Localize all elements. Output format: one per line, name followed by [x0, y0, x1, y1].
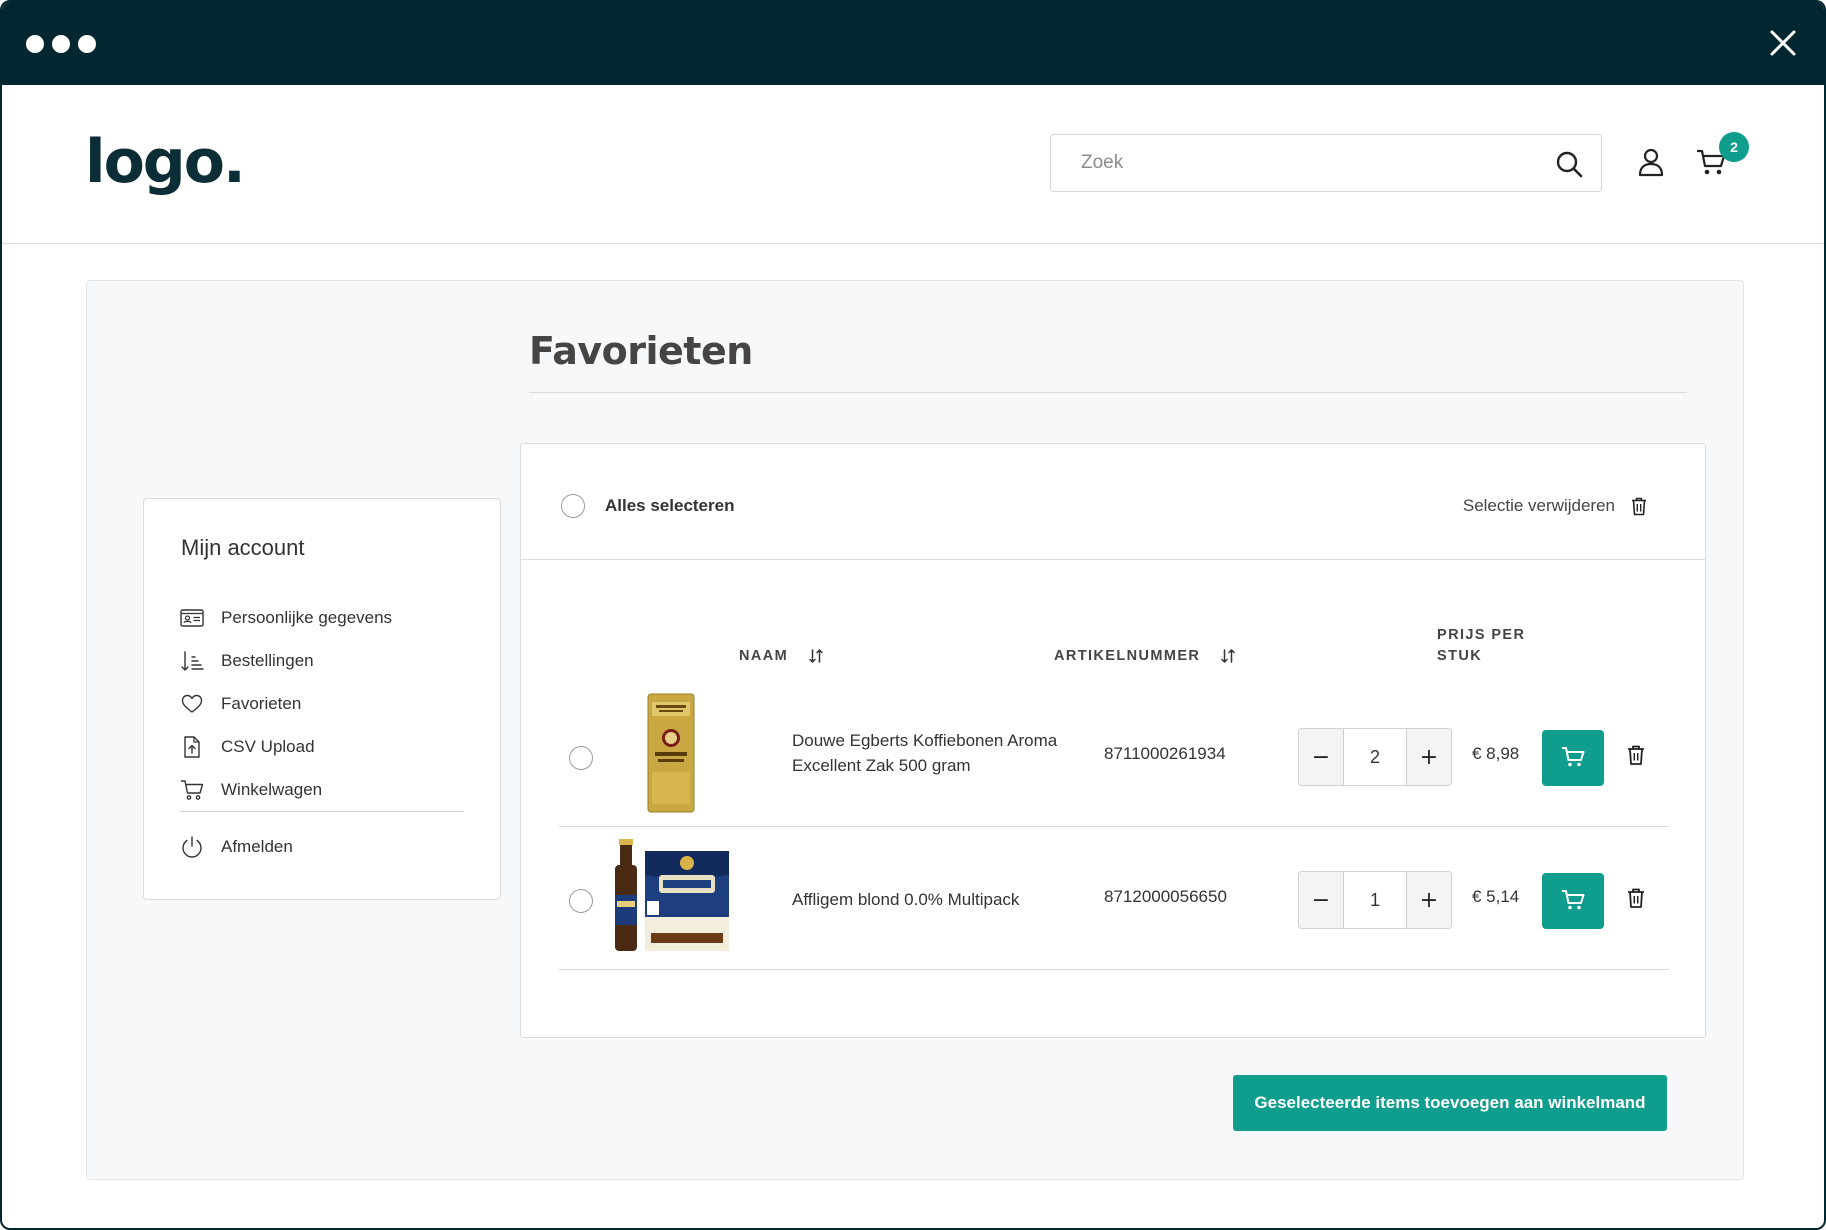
- sidebar-item-label: Bestellingen: [221, 650, 314, 670]
- product-price: € 5,14: [1472, 887, 1520, 906]
- increase-quantity-button[interactable]: +: [1407, 729, 1451, 785]
- delete-item-icon[interactable]: [1626, 887, 1646, 909]
- product-name-line2: Excellent Zak 500 gram: [792, 756, 971, 775]
- sidebar-item-personal-details[interactable]: Persoonlijke gegevens: [180, 596, 466, 639]
- sort-list-icon: [181, 650, 204, 671]
- cart-count-badge: 2: [1719, 132, 1749, 162]
- remove-selection-label: Selectie verwijderen: [1462, 496, 1615, 515]
- select-all-label[interactable]: Alles selecteren: [605, 496, 734, 516]
- search-input[interactable]: [1081, 135, 1541, 191]
- product-price: € 8,98: [1472, 744, 1520, 763]
- row-select-radio[interactable]: [569, 889, 593, 913]
- table-row: Douwe Egberts Koffiebonen Aroma Excellen…: [559, 684, 1669, 827]
- add-selected-to-cart-button[interactable]: Geselecteerde items toevoegen aan winkel…: [1233, 1075, 1667, 1131]
- cart-icon: [1562, 889, 1585, 909]
- account-menu: Persoonlijke gegevens Bestellingen Favor…: [180, 596, 466, 811]
- product-name-line1: Douwe Egberts Koffiebonen Aroma: [792, 731, 1058, 750]
- cart-icon: [181, 779, 204, 800]
- remove-selection-button[interactable]: Selectie verwijderen: [1463, 496, 1649, 516]
- column-header-sku-label: ARTIKELNUMMER: [1054, 648, 1201, 664]
- window-titlebar: [2, 2, 1824, 85]
- table-row: Affligem blond 0.0% Multipack 8712000056…: [559, 827, 1669, 970]
- delete-item-icon[interactable]: [1626, 744, 1646, 766]
- product-sku: 8711000261934: [1104, 744, 1226, 763]
- account-sidebar: Mijn account Persoonlijke gegevens Beste…: [143, 498, 501, 900]
- menu-divider: [180, 811, 464, 812]
- quantity-input[interactable]: [1343, 872, 1407, 928]
- increase-quantity-button[interactable]: +: [1407, 872, 1451, 928]
- row-select-radio[interactable]: [569, 746, 593, 770]
- column-header-sku[interactable]: ARTIKELNUMMER: [1054, 646, 1236, 667]
- product-name[interactable]: Douwe Egberts Koffiebonen Aroma Excellen…: [792, 728, 1092, 778]
- product-sku: 8712000056650: [1104, 887, 1227, 906]
- sidebar-item-orders[interactable]: Bestellingen: [180, 639, 466, 682]
- user-icon[interactable]: [1636, 147, 1666, 177]
- sidebar-item-label: Persoonlijke gegevens: [221, 607, 393, 627]
- add-to-cart-button[interactable]: [1542, 873, 1604, 929]
- column-header-price-line1: PRIJS PER: [1437, 627, 1526, 643]
- file-upload-icon: [184, 735, 200, 758]
- search-icon[interactable]: [1555, 150, 1583, 178]
- logout-link[interactable]: Afmelden: [180, 829, 293, 865]
- coffee-bag-image[interactable]: [609, 692, 733, 816]
- id-card-icon: [180, 608, 204, 627]
- sidebar-item-csv-upload[interactable]: CSV Upload: [180, 725, 466, 768]
- cart-icon: [1562, 746, 1585, 766]
- sidebar-item-label: Winkelwagen: [221, 779, 323, 799]
- site-header: logo. 2: [2, 85, 1824, 244]
- favorites-card: Alles selecteren Selectie verwijderen NA…: [520, 443, 1706, 1038]
- close-icon[interactable]: [1768, 28, 1798, 58]
- quantity-input[interactable]: [1343, 729, 1407, 785]
- add-to-cart-button[interactable]: [1542, 730, 1604, 786]
- column-header-name-label: NAAM: [739, 648, 789, 664]
- logout-label: Afmelden: [221, 837, 293, 856]
- decrease-quantity-button[interactable]: −: [1299, 872, 1343, 928]
- product-name-line1: Affligem blond 0.0% Multipack: [792, 890, 1020, 909]
- heart-icon: [181, 694, 203, 713]
- sidebar-title: Mijn account: [181, 535, 305, 560]
- sidebar-item-label: CSV Upload: [221, 736, 315, 756]
- favorites-toolbar: Alles selecteren Selectie verwijderen: [521, 444, 1705, 560]
- title-divider: [529, 392, 1687, 393]
- column-header-name[interactable]: NAAM: [739, 646, 824, 667]
- sort-icon[interactable]: [808, 648, 824, 664]
- sidebar-item-label: Favorieten: [221, 693, 302, 713]
- column-header-price: PRIJS PER STUK: [1437, 625, 1525, 667]
- sort-icon[interactable]: [1220, 648, 1236, 664]
- sidebar-item-favorites[interactable]: Favorieten: [180, 682, 466, 725]
- account-panel: Mijn account Persoonlijke gegevens Beste…: [86, 280, 1744, 1180]
- logo[interactable]: logo.: [85, 127, 246, 197]
- page-title: Favorieten: [529, 329, 753, 373]
- browser-window: logo. 2 Mijn account: [0, 0, 1826, 1230]
- sidebar-item-cart[interactable]: Winkelwagen: [180, 768, 466, 811]
- select-all-radio[interactable]: [561, 494, 585, 518]
- search-box[interactable]: [1050, 134, 1602, 192]
- power-icon: [182, 836, 202, 858]
- column-header-price-line2: STUK: [1437, 648, 1483, 664]
- quantity-stepper: − +: [1298, 871, 1452, 929]
- trash-icon: [1632, 497, 1646, 516]
- quantity-stepper: − +: [1298, 728, 1452, 786]
- window-dots: [26, 35, 96, 53]
- beer-multipack-image[interactable]: [609, 835, 733, 959]
- product-name[interactable]: Affligem blond 0.0% Multipack: [792, 887, 1092, 912]
- decrease-quantity-button[interactable]: −: [1299, 729, 1343, 785]
